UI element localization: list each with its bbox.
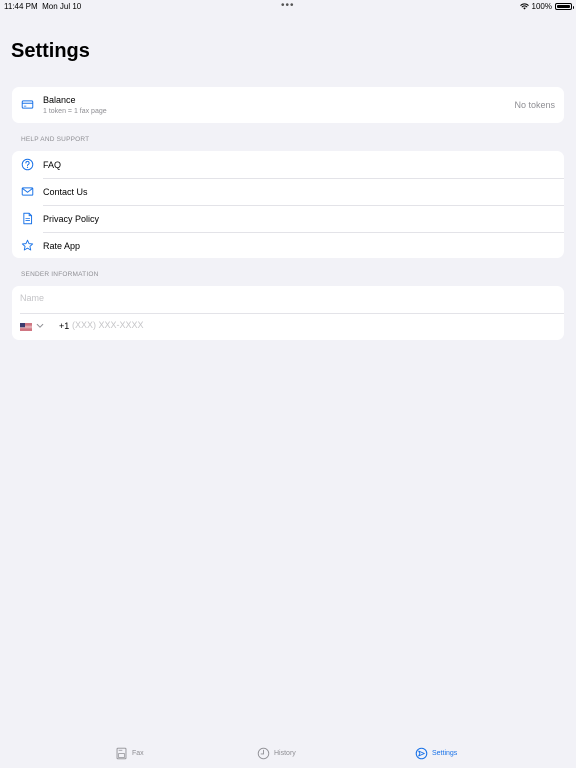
contact-us-label: Contact Us [43, 186, 88, 197]
privacy-policy-label: Privacy Policy [43, 213, 100, 224]
status-time-text: 11:44 PM [4, 2, 38, 11]
credit-card-icon [21, 98, 34, 111]
faq-label: FAQ [43, 159, 62, 170]
status-time: 11:44 PM Mon Jul 10 [4, 2, 81, 11]
rate-app-row[interactable]: Rate App [12, 232, 564, 258]
clock-icon [257, 747, 270, 760]
settings-icon [415, 747, 428, 760]
tab-settings[interactable]: Settings [415, 747, 457, 760]
us-flag-icon[interactable] [20, 323, 32, 331]
status-bar: 11:44 PM Mon Jul 10 ••• 100% [0, 0, 576, 12]
phone-input[interactable] [72, 320, 372, 330]
wifi-icon [519, 3, 529, 10]
battery-icon [555, 3, 574, 10]
tab-history-label: History [274, 750, 296, 757]
document-icon [21, 212, 34, 225]
multitasking-dots-icon[interactable]: ••• [281, 0, 295, 11]
phone-row: +1 [12, 313, 564, 340]
rate-app-label: Rate App [43, 240, 81, 251]
phone-prefix: +1 [59, 321, 70, 331]
status-right: 100% [519, 2, 574, 11]
envelope-icon [21, 185, 34, 198]
tab-settings-label: Settings [432, 750, 458, 757]
balance-value: No tokens [514, 100, 555, 110]
battery-percentage: 100% [531, 2, 552, 11]
help-card: FAQ Contact Us Privacy Policy Rate App [12, 151, 564, 258]
tab-fax-label: Fax [132, 750, 144, 757]
status-date: Mon Jul 10 [42, 2, 82, 11]
name-input[interactable] [20, 293, 540, 303]
sender-section-header: SENDER INFORMATION [21, 271, 99, 278]
balance-card[interactable]: Balance 1 token = 1 fax page No tokens [12, 87, 564, 123]
chevron-down-icon[interactable] [36, 322, 44, 330]
faq-row[interactable]: FAQ [12, 151, 564, 178]
fax-icon [116, 747, 127, 760]
star-icon [21, 239, 34, 252]
contact-us-row[interactable]: Contact Us [12, 178, 564, 205]
balance-title: Balance [43, 95, 76, 105]
tab-bar: Fax History Settings [0, 742, 576, 768]
tab-fax[interactable]: Fax [115, 747, 144, 760]
tab-history[interactable]: History [257, 747, 296, 760]
name-row [12, 286, 564, 313]
page-title: Settings [11, 40, 90, 62]
question-circle-icon [21, 158, 34, 171]
help-section-header: HELP AND SUPPORT [21, 136, 90, 143]
sender-card: +1 [12, 286, 564, 340]
privacy-policy-row[interactable]: Privacy Policy [12, 205, 564, 232]
balance-subtitle: 1 token = 1 fax page [43, 108, 107, 115]
